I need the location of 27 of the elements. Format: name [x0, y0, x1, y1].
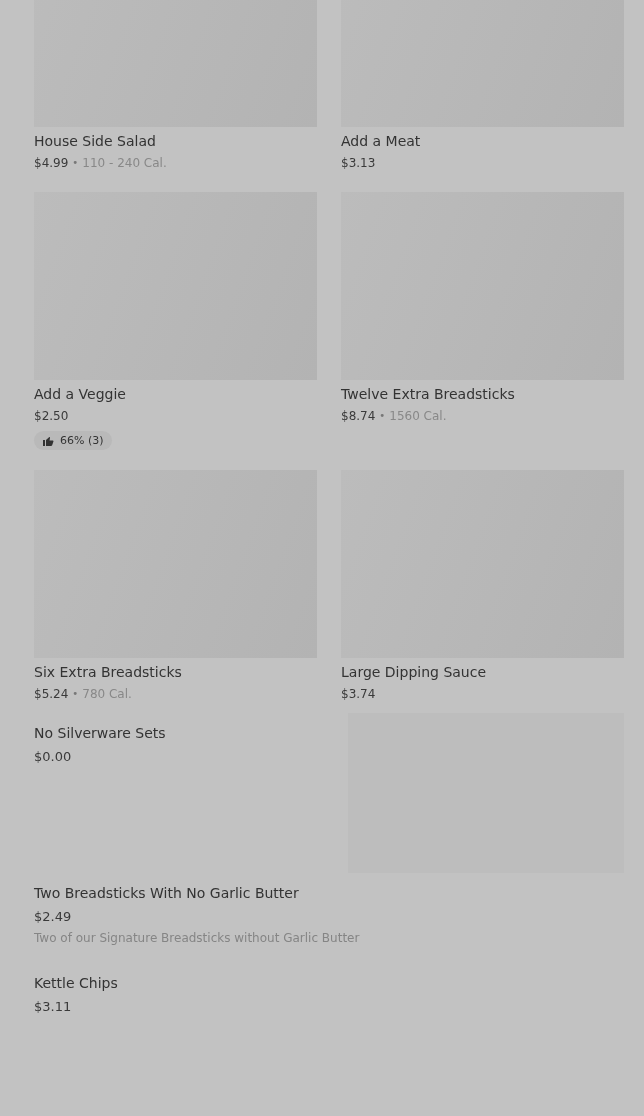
item-title[interactable]: House Side Salad [34, 131, 317, 151]
item-price: $4.99 [34, 155, 69, 172]
item-price: $5.24 [34, 686, 69, 703]
item-price: $2.49 [34, 909, 73, 924]
item-price: $2.50 [34, 408, 69, 425]
item-title[interactable]: No Silverware Sets [34, 723, 166, 743]
item-title[interactable]: Six Extra Breadsticks [34, 662, 317, 682]
item-title[interactable]: Add a Meat [341, 131, 624, 151]
item-price: $3.74 [341, 686, 376, 703]
rating-text: 66% (3) [60, 434, 104, 447]
item-calories: 780 Cal. [82, 686, 132, 703]
item-title[interactable]: Kettle Chips [34, 973, 118, 993]
item-price: $0.00 [34, 749, 73, 764]
thumbs-up-icon [42, 434, 54, 447]
item-price: $3.13 [341, 155, 376, 172]
separator-dot: • [72, 156, 79, 170]
item-price: $3.11 [34, 999, 73, 1014]
item-description: Two of our Signature Breadsticks without Garlic Butter [34, 931, 360, 945]
item-title[interactable]: Large Dipping Sauce [341, 662, 624, 682]
separator-dot: • [379, 409, 386, 423]
item-title[interactable]: Twelve Extra Breadsticks [341, 384, 624, 404]
item-title[interactable]: Two Breadsticks With No Garlic Butter [34, 883, 360, 903]
separator-dot: • [72, 687, 79, 701]
item-price: $8.74 [341, 408, 376, 425]
item-calories: 1560 Cal. [389, 408, 447, 425]
item-title[interactable]: Add a Veggie [34, 384, 317, 404]
item-calories: 110 - 240 Cal. [82, 155, 167, 172]
